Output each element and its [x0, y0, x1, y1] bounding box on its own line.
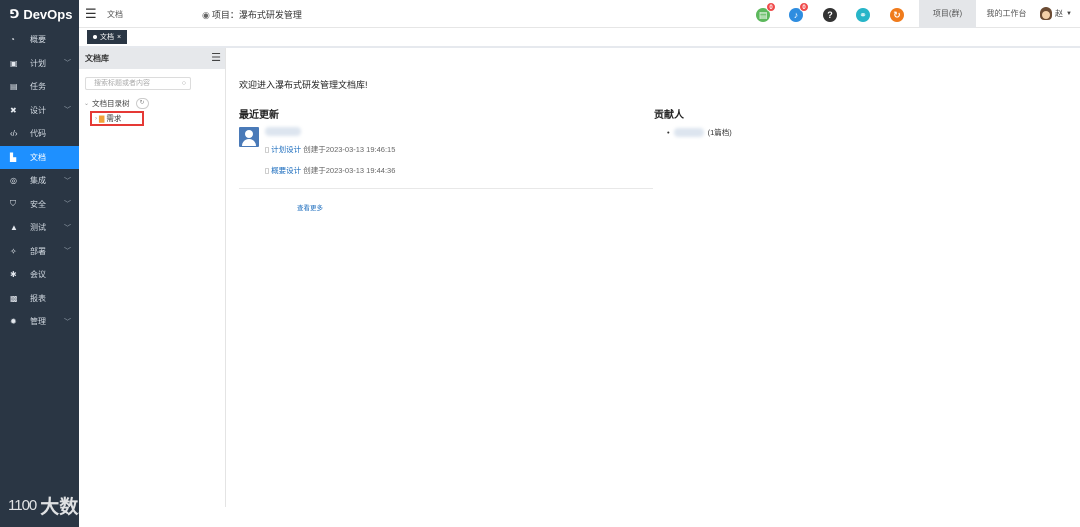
doc-link[interactable]: 计划设计 — [271, 145, 301, 154]
plan-icon: ▣ — [10, 58, 18, 68]
refresh-icon[interactable]: ↻ — [135, 98, 149, 109]
caret-down-icon: ▼ — [1066, 10, 1072, 17]
chevron-down-icon: ﹀ — [64, 248, 71, 256]
update-item: ▯ 计划设计 创建于2023-03-13 19:46:15 — [265, 145, 396, 154]
sidebar-item-deploy[interactable]: ✧ 部署 ﹀ — [0, 240, 79, 264]
document-icon: ▙ — [10, 152, 17, 162]
tree-node-requirements[interactable]: › ▇ 需求 — [90, 111, 144, 126]
chevron-down-icon: ﹀ — [64, 177, 71, 185]
doc-library-header: 文档库 ☰ — [79, 48, 225, 69]
menu-icon[interactable]: ☰ — [211, 51, 221, 64]
user-avatar-icon — [239, 127, 259, 147]
brand[interactable]: ⅁ DevOps — [0, 0, 79, 28]
sidebar-item-plan[interactable]: ▣ 计划 ﹀ — [0, 52, 79, 76]
tab-project-group[interactable]: 项目(群) — [919, 0, 976, 28]
notification-badge: 0 — [799, 2, 809, 12]
notes-icon[interactable]: ▤ 0 — [756, 2, 776, 22]
user-name: 赵 — [1055, 9, 1064, 18]
contributors-title: 贡献人 — [654, 110, 684, 121]
watermark-text: 大数跨境 — [40, 497, 117, 518]
bell-icon[interactable]: ♪ 0 — [789, 2, 809, 22]
caret-down-icon: ⌄ — [84, 101, 90, 107]
page-tabstrip: 文档 × — [79, 28, 1080, 46]
dashboard-icon: ◔ — [10, 35, 15, 45]
see-more-link[interactable]: 查看更多 — [297, 202, 323, 212]
brand-name: DevOps — [23, 6, 73, 22]
blurred-contributor — [673, 128, 704, 137]
chevron-down-icon: ﹀ — [64, 60, 71, 68]
sidebar-item-report[interactable]: ▩ 报表 — [0, 287, 79, 311]
close-icon[interactable]: × — [117, 34, 121, 41]
watermark: 1100 大数跨境 — [8, 492, 116, 519]
blurred-username — [265, 127, 301, 136]
doc-library-title: 文档库 — [85, 54, 109, 63]
breadcrumb: 文档 — [107, 10, 123, 19]
integration-icon: ◎ — [10, 176, 17, 186]
menu-toggle-icon[interactable]: ☰ — [85, 6, 97, 22]
section-divider — [239, 188, 653, 189]
link-icon[interactable]: ⚭ — [856, 8, 870, 22]
sidebar-item-code[interactable]: ‹/› 代码 — [0, 122, 79, 146]
user-menu[interactable]: 赵 ▼ — [1040, 7, 1072, 20]
active-dot-icon — [93, 35, 97, 39]
folder-icon: ▇ — [99, 115, 105, 123]
report-icon: ▩ — [10, 293, 18, 303]
sidebar-item-admin[interactable]: ✹ 管理 ﹀ — [0, 310, 79, 334]
sidebar-item-docs[interactable]: ▙ 文档 — [0, 145, 79, 169]
deploy-icon: ✧ — [10, 246, 17, 256]
project-selector[interactable]: ◉ 项目：瀑布式研发管理 — [202, 8, 302, 21]
chevron-down-icon: ﹀ — [64, 107, 71, 115]
sidebar-item-design[interactable]: ✖ 设计 ﹀ — [0, 99, 79, 123]
tab-my-workspace[interactable]: 我的工作台 — [979, 0, 1034, 28]
notification-badge: 0 — [766, 2, 776, 12]
devops-logo-icon: ⅁ — [10, 7, 20, 21]
watermark-logo: 1100 — [8, 497, 37, 514]
eye-icon: ◉ — [202, 10, 210, 20]
chevron-down-icon: ﹀ — [64, 224, 71, 232]
search-icon[interactable]: ○ — [182, 78, 186, 89]
doc-link[interactable]: 概要设计 — [271, 166, 301, 175]
bullet-icon: • — [667, 128, 670, 137]
task-icon: ▤ — [10, 82, 18, 92]
file-icon: ▯ — [265, 145, 270, 154]
test-icon: ▲ — [10, 223, 18, 233]
share-icon[interactable]: ↻ — [890, 8, 904, 22]
caret-right-icon: › — [95, 115, 97, 122]
topbar: ☰ 文档 ◉ 项目：瀑布式研发管理 ▤ 0 ♪ 0 ? ⚭ ↻ 项目(群) 我的工… — [79, 0, 1080, 28]
sidebar-item-security[interactable]: ⛉ 安全 ﹀ — [0, 193, 79, 217]
security-icon: ⛉ — [10, 199, 16, 209]
tree-root[interactable]: ⌄ 文档目录树 ↻ — [84, 98, 149, 109]
design-icon: ✖ — [10, 105, 17, 115]
chevron-down-icon: ﹀ — [64, 318, 71, 326]
main-content: 欢迎进入瀑布式研发管理文档库! 最近更新 ▯ 计划设计 创建于2023-03-13… — [227, 48, 1080, 527]
search-input[interactable]: 搜索标题或者内容 ○ — [85, 77, 191, 90]
meeting-icon: ✱ — [10, 270, 17, 280]
recent-updates-title: 最近更新 — [239, 110, 279, 121]
welcome-text: 欢迎进入瀑布式研发管理文档库! — [239, 80, 368, 90]
help-icon[interactable]: ? — [823, 8, 837, 22]
file-icon: ▯ — [265, 166, 270, 175]
sidebar-item-meeting[interactable]: ✱ 会议 — [0, 263, 79, 287]
sidebar-item-task[interactable]: ▤ 任务 — [0, 75, 79, 99]
chevron-down-icon: ﹀ — [64, 201, 71, 209]
sidebar: ⅁ DevOps ◔ 概要 ▣ 计划 ﹀ ▤ 任务 ✖ 设计 ﹀ ‹/› 代码 … — [0, 0, 79, 527]
code-icon: ‹/› — [10, 129, 18, 139]
sidebar-item-integration[interactable]: ◎ 集成 ﹀ — [0, 169, 79, 193]
page-tab-docs[interactable]: 文档 × — [87, 30, 128, 44]
doc-library-panel: 文档库 ☰ 搜索标题或者内容 ○ ⌄ 文档目录树 ↻ › ▇ 需求 — [79, 48, 226, 507]
avatar — [1040, 7, 1053, 20]
sidebar-item-overview[interactable]: ◔ 概要 — [0, 28, 79, 52]
sidebar-item-test[interactable]: ▲ 测试 ﹀ — [0, 216, 79, 240]
admin-icon: ✹ — [10, 317, 17, 327]
sidebar-menu: ◔ 概要 ▣ 计划 ﹀ ▤ 任务 ✖ 设计 ﹀ ‹/› 代码 ▙ 文档 ◎ 集成… — [0, 28, 79, 334]
contributor-item: • (1篇档) — [667, 128, 732, 137]
update-item: ▯ 概要设计 创建于2023-03-13 19:44:36 — [265, 166, 396, 175]
app-root: ⅁ DevOps ◔ 概要 ▣ 计划 ﹀ ▤ 任务 ✖ 设计 ﹀ ‹/› 代码 … — [0, 0, 1080, 527]
